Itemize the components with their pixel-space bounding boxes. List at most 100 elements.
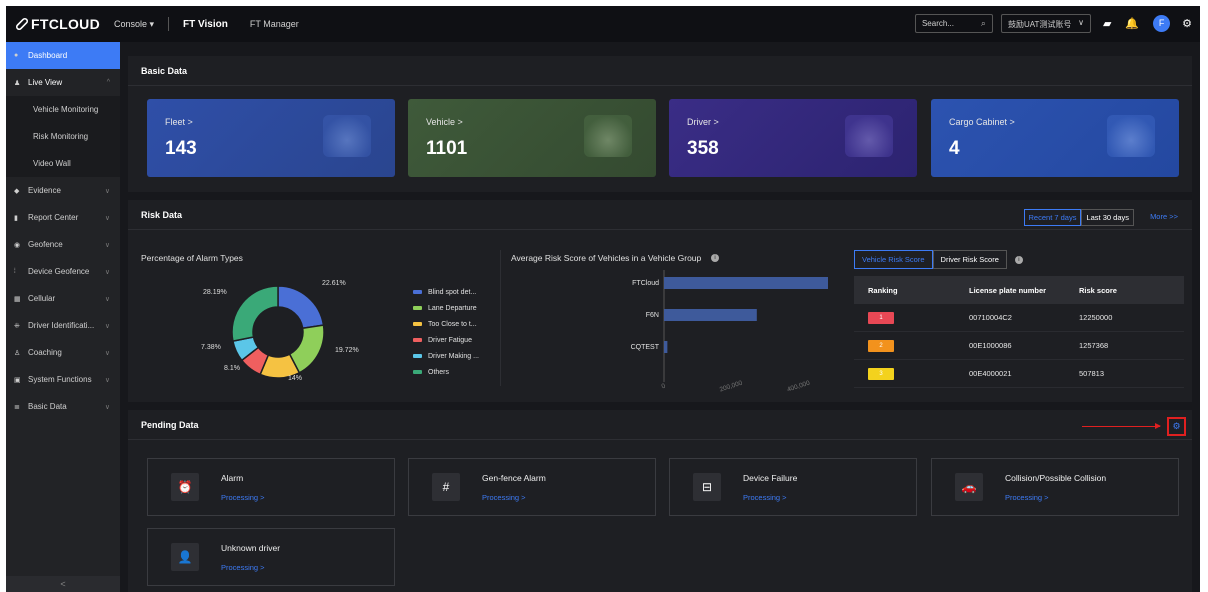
driver-card[interactable]: Driver > 358 bbox=[669, 99, 917, 177]
evidence-icon: ◆ bbox=[14, 187, 20, 195]
sidebar-item-geofence[interactable]: ◉ Geofence ∨ bbox=[6, 231, 120, 258]
donut-slice[interactable] bbox=[277, 285, 325, 330]
plate-number: 00E1000086 bbox=[969, 341, 1012, 350]
sidebar-item-evidence[interactable]: ◆ Evidence ∨ bbox=[6, 177, 120, 204]
nav-ft-vision[interactable]: FT Vision bbox=[183, 19, 228, 30]
sidebar-item-risk-monitoring[interactable]: Risk Monitoring bbox=[6, 123, 120, 150]
processing-link[interactable]: Processing > bbox=[482, 493, 526, 502]
bar[interactable] bbox=[664, 341, 668, 353]
panel-title: Pending Data bbox=[128, 410, 1192, 440]
search-icon[interactable]: ⌕ bbox=[981, 18, 986, 29]
processing-link[interactable]: Processing > bbox=[743, 493, 787, 502]
bar[interactable] bbox=[664, 277, 828, 289]
legend-item[interactable]: Others bbox=[413, 364, 479, 380]
legend-label: Too Close to t... bbox=[428, 320, 477, 328]
legend-item[interactable]: Lane Departure bbox=[413, 300, 479, 316]
range-tabs: Recent 7 days Last 30 days bbox=[1023, 209, 1134, 226]
folder-icon[interactable]: ▰ bbox=[1103, 17, 1111, 30]
fleet-card[interactable]: Fleet > 143 bbox=[147, 99, 395, 177]
pending-card-collision[interactable]: 🚗 Collision/Possible Collision Processin… bbox=[931, 458, 1179, 516]
sidebar-item-cellular[interactable]: ▦ Cellular ∨ bbox=[6, 285, 120, 312]
pct-label: 22.61% bbox=[322, 280, 346, 287]
pending-card-title: Gen-fence Alarm bbox=[482, 473, 546, 483]
risk-ranking-table: Ranking License plate number Risk score … bbox=[854, 276, 1184, 388]
plate-number: 00E4000021 bbox=[969, 369, 1012, 378]
sidebar-item-label: Evidence bbox=[28, 186, 61, 195]
info-icon[interactable]: i bbox=[711, 254, 719, 262]
sidebar-item-device-geofence[interactable]: ⦙ Device Geofence ∨ bbox=[6, 258, 120, 285]
sidebar-item-video-wall[interactable]: Video Wall bbox=[6, 150, 120, 177]
sidebar: ● Dashboard ♟ Live View ^ Vehicle Monito… bbox=[6, 42, 120, 592]
tab-recent-7-days[interactable]: Recent 7 days bbox=[1023, 209, 1082, 226]
sidebar-item-vehicle-monitoring[interactable]: Vehicle Monitoring bbox=[6, 96, 120, 123]
tab-driver-risk-score[interactable]: Driver Risk Score bbox=[932, 250, 1007, 269]
sidebar-item-label: Report Center bbox=[28, 213, 79, 222]
search-placeholder: Search... bbox=[921, 19, 954, 28]
sidebar-item-report-center[interactable]: ▮ Report Center ∨ bbox=[6, 204, 120, 231]
pending-card-device-failure[interactable]: ⊟ Device Failure Processing > bbox=[669, 458, 917, 516]
processing-link[interactable]: Processing > bbox=[221, 493, 265, 502]
legend-item[interactable]: Driver Making ... bbox=[413, 348, 479, 364]
sidebar-collapse-button[interactable]: < bbox=[6, 576, 120, 592]
chevron-down-icon: ∨ bbox=[104, 376, 110, 384]
notification-bell-icon[interactable]: 🔔 bbox=[1125, 17, 1139, 30]
tick-label: 400,000 bbox=[786, 379, 811, 393]
sidebar-item-dashboard[interactable]: ● Dashboard bbox=[6, 42, 120, 69]
pending-card-title: Unknown driver bbox=[221, 543, 281, 553]
pending-card-gen-fence-alarm[interactable]: # Gen-fence Alarm Processing > bbox=[408, 458, 656, 516]
logo[interactable]: FTCLOUD bbox=[14, 15, 100, 33]
system-icon: ▣ bbox=[14, 376, 21, 384]
pending-card-title: Alarm bbox=[221, 473, 244, 483]
processing-link[interactable]: Processing > bbox=[1005, 493, 1049, 502]
legend-swatch bbox=[413, 370, 422, 374]
pending-settings-gear-icon[interactable]: ⚙ bbox=[1167, 417, 1186, 436]
table-row[interactable]: 3 00E4000021 507813 bbox=[854, 360, 1184, 388]
pending-card-alarm[interactable]: ⏰ Alarm Processing > bbox=[147, 458, 395, 516]
alarm-types-title: Percentage of Alarm Types bbox=[141, 253, 243, 263]
legend-item[interactable]: Blind spot det... bbox=[413, 284, 479, 300]
legend-label: Others bbox=[428, 368, 450, 376]
search-input[interactable]: Search... ⌕ bbox=[914, 14, 993, 33]
unknown-driver-icon: 👤 bbox=[171, 543, 199, 571]
chevron-down-icon: ∨ bbox=[104, 403, 110, 411]
processing-link[interactable]: Processing > bbox=[221, 563, 265, 572]
vehicle-card[interactable]: Vehicle > 1101 bbox=[408, 99, 656, 177]
avatar[interactable]: F bbox=[1153, 15, 1171, 32]
sidebar-item-live-view[interactable]: ♟ Live View ^ bbox=[6, 69, 120, 96]
nav-ft-manager[interactable]: FT Manager bbox=[250, 19, 299, 29]
pct-label: 19.72% bbox=[335, 347, 359, 354]
account-selector[interactable]: 鼓励UAT测试账号 ∨ bbox=[1000, 14, 1091, 33]
donut-slice[interactable] bbox=[231, 285, 279, 343]
tab-vehicle-risk-score[interactable]: Vehicle Risk Score bbox=[854, 250, 933, 269]
pending-card-unknown-driver[interactable]: 👤 Unknown driver Processing > bbox=[147, 528, 395, 586]
sidebar-item-label: Video Wall bbox=[33, 159, 71, 168]
legend-item[interactable]: Driver Fatigue bbox=[413, 332, 479, 348]
alarm-icon: ⏰ bbox=[171, 473, 199, 501]
tab-last-30-days[interactable]: Last 30 days bbox=[1081, 209, 1134, 226]
table-header: Ranking License plate number Risk score bbox=[854, 276, 1184, 304]
legend-label: Driver Fatigue bbox=[428, 336, 472, 344]
bar[interactable] bbox=[664, 309, 757, 321]
sidebar-item-coaching[interactable]: ♙ Coaching ∨ bbox=[6, 339, 120, 366]
sidebar-item-label: System Functions bbox=[28, 375, 92, 384]
table-row[interactable]: 1 00710004C2 12250000 bbox=[854, 304, 1184, 332]
app-frame: FTCLOUD Console ▾ FT Vision FT Manager S… bbox=[6, 6, 1200, 592]
annotation-arrow bbox=[1082, 423, 1161, 429]
live-view-icon: ♟ bbox=[14, 79, 21, 87]
sidebar-item-basic-data[interactable]: ≣ Basic Data ∨ bbox=[6, 393, 120, 420]
fence-icon: # bbox=[432, 473, 460, 501]
category-label: CQTEST bbox=[631, 344, 660, 351]
risk-score: 1257368 bbox=[1079, 341, 1109, 350]
info-icon[interactable]: i bbox=[1014, 255, 1023, 264]
cargo-cabinet-card[interactable]: Cargo Cabinet > 4 bbox=[931, 99, 1179, 177]
table-row[interactable]: 2 00E1000086 1257368 bbox=[854, 332, 1184, 360]
settings-icon[interactable]: ⚙ bbox=[1182, 17, 1192, 30]
console-dropdown[interactable]: Console ▾ bbox=[114, 19, 154, 30]
chevron-down-icon: ∨ bbox=[104, 349, 110, 357]
sidebar-item-driver-identification[interactable]: ⁜ Driver Identificati... ∨ bbox=[6, 312, 120, 339]
sidebar-item-system-functions[interactable]: ▣ System Functions ∨ bbox=[6, 366, 120, 393]
legend-item[interactable]: Too Close to t... bbox=[413, 316, 479, 332]
panel-title: Basic Data bbox=[128, 56, 1192, 86]
more-link[interactable]: More >> bbox=[1150, 212, 1178, 221]
sidebar-item-label: Dashboard bbox=[28, 51, 68, 60]
